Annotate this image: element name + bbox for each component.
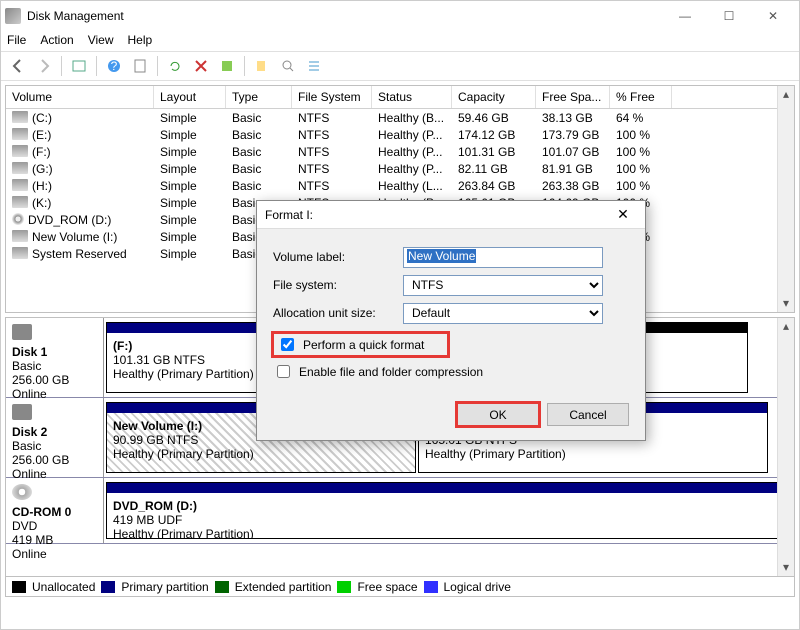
- legend: Unallocated Primary partition Extended p…: [6, 576, 794, 596]
- details-icon[interactable]: [68, 55, 90, 77]
- scroll-up-icon[interactable]: ▴: [778, 86, 794, 103]
- ok-button[interactable]: OK: [457, 403, 539, 426]
- volume-label-label: Volume label:: [273, 250, 403, 264]
- toolbar: ?: [1, 51, 799, 81]
- legend-swatch-freespace: [337, 581, 351, 593]
- disk-icon: [12, 404, 32, 420]
- table-row[interactable]: (E:)SimpleBasicNTFSHealthy (P...174.12 G…: [6, 126, 794, 143]
- cdrom-kind: DVD: [12, 519, 37, 533]
- menu-action[interactable]: Action: [40, 33, 73, 49]
- legend-primary: Primary partition: [121, 580, 208, 594]
- cd-icon: [12, 484, 32, 500]
- menu-view[interactable]: View: [88, 33, 114, 49]
- disk-row-cdrom: CD-ROM 0 DVD 419 MB Online DVD_ROM (D:)4…: [6, 478, 794, 544]
- col-volume[interactable]: Volume: [6, 86, 154, 108]
- col-filesystem[interactable]: File System: [292, 86, 372, 108]
- table-row[interactable]: (H:)SimpleBasicNTFSHealthy (L...263.84 G…: [6, 177, 794, 194]
- legend-unallocated: Unallocated: [32, 580, 95, 594]
- quick-format-checkbox[interactable]: [281, 338, 294, 351]
- table-row[interactable]: (C:)SimpleBasicNTFSHealthy (B...59.46 GB…: [6, 109, 794, 126]
- scroll-down-icon[interactable]: ▾: [778, 295, 794, 312]
- allocation-size-select[interactable]: Default: [403, 303, 603, 324]
- drive-icon: [12, 179, 28, 191]
- refresh-icon[interactable]: [164, 55, 186, 77]
- drive-icon: [12, 247, 28, 259]
- volume-list-header: Volume Layout Type File System Status Ca…: [6, 86, 794, 109]
- legend-swatch-unallocated: [12, 581, 26, 593]
- legend-logical: Logical drive: [444, 580, 511, 594]
- table-row[interactable]: (G:)SimpleBasicNTFSHealthy (P...82.11 GB…: [6, 160, 794, 177]
- svg-text:?: ?: [111, 59, 118, 73]
- cdrom-size: 419 MB: [12, 533, 53, 547]
- menu-file[interactable]: File: [7, 33, 26, 49]
- disk-icon: [12, 324, 32, 340]
- scroll-down-icon[interactable]: ▾: [778, 559, 794, 576]
- col-status[interactable]: Status: [372, 86, 452, 108]
- dialog-titlebar: Format I: ✕: [257, 201, 645, 229]
- window-titlebar: Disk Management — ☐ ✕: [1, 1, 799, 31]
- quick-format-label: Perform a quick format: [303, 338, 424, 352]
- properties-icon[interactable]: [129, 55, 151, 77]
- filesystem-select[interactable]: NTFS: [403, 275, 603, 296]
- cdrom-state: Online: [12, 547, 47, 561]
- delete-icon[interactable]: [190, 55, 212, 77]
- menu-help[interactable]: Help: [128, 33, 153, 49]
- vertical-scrollbar[interactable]: ▴ ▾: [777, 86, 794, 312]
- window-title: Disk Management: [27, 9, 663, 23]
- drive-icon: [12, 213, 24, 225]
- table-row[interactable]: (F:)SimpleBasicNTFSHealthy (P...101.31 G…: [6, 143, 794, 160]
- minimize-button[interactable]: —: [663, 2, 707, 30]
- new-icon[interactable]: [251, 55, 273, 77]
- format-dialog: Format I: ✕ Volume label: New Volume Fil…: [256, 200, 646, 441]
- disk-1-label[interactable]: Disk 1 Basic 256.00 GB Online: [6, 318, 104, 397]
- disk-1-kind: Basic: [12, 359, 41, 373]
- cdrom-label[interactable]: CD-ROM 0 DVD 419 MB Online: [6, 478, 104, 543]
- disk-2-kind: Basic: [12, 439, 41, 453]
- back-button[interactable]: [7, 55, 29, 77]
- legend-swatch-logical: [424, 581, 438, 593]
- menu-bar: File Action View Help: [1, 31, 799, 51]
- find-icon[interactable]: [277, 55, 299, 77]
- col-freespace[interactable]: Free Spa...: [536, 86, 610, 108]
- legend-freespace: Free space: [357, 580, 417, 594]
- help-icon[interactable]: ?: [103, 55, 125, 77]
- filesystem-label: File system:: [273, 278, 403, 292]
- diskmap-scrollbar[interactable]: ▴ ▾: [777, 318, 794, 576]
- drive-icon: [12, 230, 28, 242]
- col-layout[interactable]: Layout: [154, 86, 226, 108]
- drive-icon: [12, 145, 28, 157]
- cdrom-title: CD-ROM 0: [12, 505, 71, 519]
- disk-2-size: 256.00 GB: [12, 453, 69, 467]
- volume-label-input[interactable]: New Volume: [403, 247, 603, 268]
- legend-extended: Extended partition: [235, 580, 332, 594]
- drive-icon: [12, 162, 28, 174]
- cancel-button[interactable]: Cancel: [547, 403, 629, 426]
- dialog-title: Format I:: [265, 208, 609, 222]
- close-button[interactable]: ✕: [751, 2, 795, 30]
- col-type[interactable]: Type: [226, 86, 292, 108]
- maximize-button[interactable]: ☐: [707, 2, 751, 30]
- legend-swatch-extended: [215, 581, 229, 593]
- drive-icon: [12, 196, 28, 208]
- list-icon[interactable]: [303, 55, 325, 77]
- disk-2-label[interactable]: Disk 2 Basic 256.00 GB Online: [6, 398, 104, 477]
- legend-swatch-primary: [101, 581, 115, 593]
- col-pctfree[interactable]: % Free: [610, 86, 672, 108]
- app-icon: [5, 8, 21, 24]
- scroll-up-icon[interactable]: ▴: [778, 318, 794, 335]
- forward-button[interactable]: [33, 55, 55, 77]
- col-capacity[interactable]: Capacity: [452, 86, 536, 108]
- partition[interactable]: DVD_ROM (D:)419 MB UDFHealthy (Primary P…: [106, 482, 786, 539]
- allocation-size-label: Allocation unit size:: [273, 306, 403, 320]
- dialog-close-button[interactable]: ✕: [609, 206, 637, 223]
- compression-label: Enable file and folder compression: [299, 365, 483, 379]
- action-icon[interactable]: [216, 55, 238, 77]
- drive-icon: [12, 111, 28, 123]
- drive-icon: [12, 128, 28, 140]
- volume-label-value: New Volume: [407, 249, 476, 263]
- disk-1-size: 256.00 GB: [12, 373, 69, 387]
- disk-1-title: Disk 1: [12, 345, 47, 359]
- disk-2-title: Disk 2: [12, 425, 47, 439]
- compression-checkbox[interactable]: [277, 365, 290, 378]
